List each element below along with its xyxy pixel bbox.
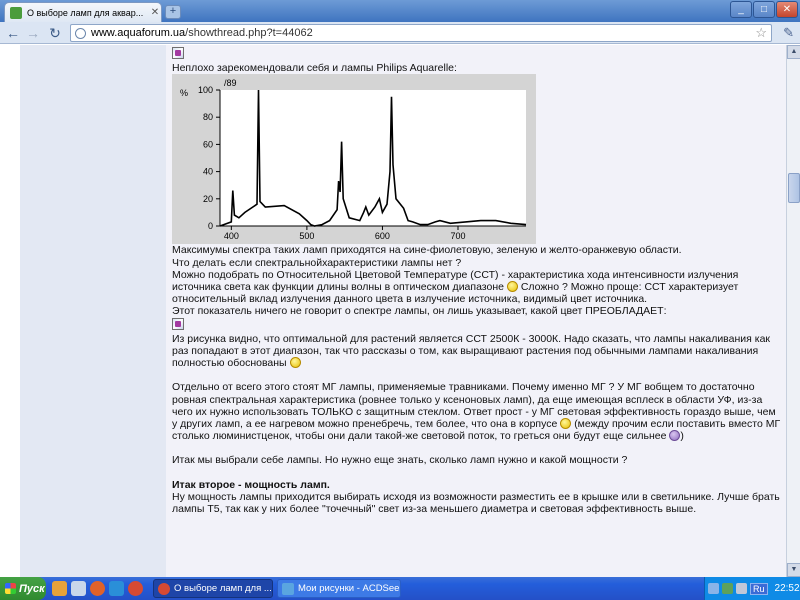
x-tick-label: 500 bbox=[299, 231, 314, 241]
y-tick-label: 40 bbox=[203, 167, 213, 177]
chart-plot-area bbox=[220, 90, 526, 227]
smile-emoticon-icon bbox=[560, 418, 572, 430]
address-bar[interactable]: www.aquaforum.ua/showthread.php?t=44062 … bbox=[70, 24, 772, 42]
globe-icon bbox=[75, 27, 86, 39]
post-paragraph: Неплохо зарекомендовали себя и лампы Phi… bbox=[172, 62, 457, 75]
firefox-icon[interactable] bbox=[90, 581, 105, 596]
y-tick-label: 20 bbox=[203, 194, 213, 204]
close-window-button[interactable]: ✕ bbox=[776, 1, 798, 18]
folder-icon[interactable] bbox=[52, 581, 67, 596]
forum-post: Неплохо зарекомендовали себя и лампы Phi… bbox=[172, 47, 782, 515]
y-axis-label: % bbox=[180, 88, 188, 98]
section-heading: Итак второе - мощность ламп. bbox=[172, 478, 330, 491]
left-column bbox=[20, 45, 166, 577]
title-bar: О выборе ламп для аквар... ✕ + _ □ ✕ bbox=[0, 0, 800, 22]
browser-toolbar: ← → ↻ www.aquaforum.ua/showthread.php?t=… bbox=[0, 22, 800, 44]
post-paragraph: Что делать если спектральнойхарактеристи… bbox=[172, 256, 462, 269]
post-paragraph: Этот показатель ничего не говорит о спек… bbox=[172, 305, 667, 318]
start-button[interactable]: Пуск bbox=[0, 577, 46, 600]
smile-emoticon-icon bbox=[289, 357, 301, 369]
system-tray: Ru 22:52 bbox=[704, 577, 800, 600]
clock: 22:52 bbox=[774, 583, 800, 594]
window-controls: _ □ ✕ bbox=[730, 1, 798, 18]
scroll-down-arrow-icon[interactable]: ▼ bbox=[787, 563, 800, 577]
network-icon[interactable] bbox=[722, 583, 733, 594]
browser-icon[interactable] bbox=[109, 581, 124, 596]
show-desktop-icon[interactable] bbox=[71, 581, 86, 596]
sad-emoticon-icon bbox=[669, 430, 681, 442]
post-paragraph: Можно подобрать по Относительной Цветово… bbox=[172, 268, 739, 306]
maximize-button[interactable]: □ bbox=[753, 1, 775, 18]
url-text: www.aquaforum.ua/showthread.php?t=44062 bbox=[91, 27, 313, 39]
reload-icon[interactable]: ↻ bbox=[46, 24, 64, 42]
quick-launch bbox=[52, 581, 143, 596]
chrome-icon[interactable] bbox=[128, 581, 143, 596]
tab-title: О выборе ламп для аквар... bbox=[27, 7, 144, 18]
image-placeholder-icon[interactable] bbox=[172, 47, 184, 59]
post-paragraph: Итак мы выбрали себе лампы. Но нужно еще… bbox=[172, 454, 628, 467]
x-tick-label: 400 bbox=[224, 231, 239, 241]
bookmark-star-icon[interactable]: ☆ bbox=[755, 25, 767, 41]
vertical-scrollbar[interactable]: ▲ ▼ bbox=[786, 45, 800, 577]
smile-emoticon-icon bbox=[506, 281, 518, 293]
post-paragraph: Ну мощность лампы приходится выбирать ис… bbox=[172, 490, 780, 516]
windows-logo-icon bbox=[5, 583, 16, 594]
wrench-icon[interactable]: ✎ bbox=[783, 25, 794, 41]
site-favicon-icon bbox=[10, 6, 22, 19]
y-tick-label: 80 bbox=[203, 113, 213, 123]
post-paragraph: Из рисунка видно, что оптимальной для ра… bbox=[172, 332, 771, 370]
scrollbar-thumb[interactable] bbox=[788, 173, 800, 203]
y-tick-label: 100 bbox=[198, 85, 213, 95]
close-tab-icon[interactable]: ✕ bbox=[149, 7, 161, 18]
image-placeholder-icon[interactable] bbox=[172, 317, 184, 330]
browser-tab[interactable]: О выборе ламп для аквар... ✕ bbox=[4, 2, 162, 22]
y-tick-label: 60 bbox=[203, 140, 213, 150]
tray-chevron-icon[interactable] bbox=[708, 583, 719, 594]
chrome-icon bbox=[158, 582, 170, 595]
language-indicator[interactable]: Ru bbox=[750, 582, 768, 595]
y-tick-label: 0 bbox=[208, 221, 213, 231]
scroll-up-arrow-icon[interactable]: ▲ bbox=[787, 45, 800, 59]
taskbar-item-acdsee[interactable]: Мои рисунки - ACDSee ... bbox=[277, 579, 401, 598]
page-viewport: Неплохо зарекомендовали себя и лампы Phi… bbox=[0, 45, 786, 577]
chart-title: /89 bbox=[224, 78, 237, 88]
x-tick-label: 600 bbox=[375, 231, 390, 241]
post-paragraph: Отдельно от всего этого стоят МГ лампы, … bbox=[172, 381, 781, 443]
forward-arrow-icon[interactable]: → bbox=[24, 24, 42, 42]
spectrum-chart: /89 % 0 20 40 60 80 100 400 500 600 700 bbox=[172, 74, 536, 245]
post-paragraph: Максимумы спектра таких ламп приходятся … bbox=[172, 244, 682, 257]
windows-taskbar: Пуск О выборе ламп для ... Мои рисунки -… bbox=[0, 577, 800, 600]
x-tick-label: 700 bbox=[450, 231, 465, 241]
volume-icon[interactable] bbox=[736, 583, 747, 594]
new-tab-button[interactable]: + bbox=[165, 5, 181, 19]
acdsee-icon bbox=[282, 582, 294, 595]
taskbar-item-browser[interactable]: О выборе ламп для ... bbox=[153, 579, 273, 598]
minimize-button[interactable]: _ bbox=[730, 1, 752, 18]
back-arrow-icon[interactable]: ← bbox=[4, 24, 22, 42]
